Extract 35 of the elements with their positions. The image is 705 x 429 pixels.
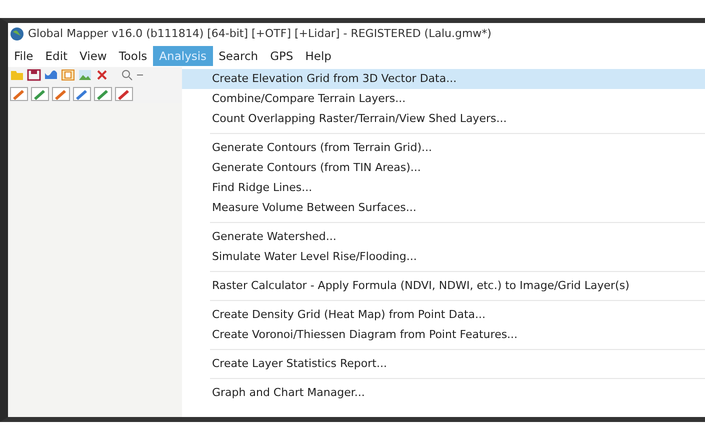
menu-item[interactable]: Generate Contours (from Terrain Grid)... <box>182 138 705 158</box>
menu-item[interactable]: Help <box>299 46 338 66</box>
menu-item[interactable]: Search <box>212 46 264 66</box>
menu-item[interactable]: Measure Volume Between Surfaces... <box>182 198 705 218</box>
window-title: Global Mapper v16.0 (b111814) [64-bit] [+OTF] [+Lidar] - REGISTERED (Lalu.gmw*) <box>28 26 492 42</box>
delete-icon[interactable] <box>95 69 109 81</box>
menu-item[interactable]: Combine/Compare Terrain Layers... <box>182 89 705 109</box>
menu-item[interactable]: Graph and Chart Manager... <box>182 383 705 403</box>
pencil-icon[interactable] <box>115 87 133 101</box>
pencil-icon[interactable] <box>10 87 28 101</box>
frame-icon[interactable] <box>61 69 75 81</box>
pencil-icon[interactable] <box>73 87 91 101</box>
pencil-icon[interactable] <box>94 87 112 101</box>
menu-item[interactable]: Create Elevation Grid from 3D Vector Data... <box>182 69 705 89</box>
menu-item[interactable]: Raster Calculator - Apply Formula (NDVI, NDWI, etc.) to Image/Grid Layer(s) <box>182 276 705 296</box>
menu-item[interactable]: Edit <box>39 46 74 66</box>
menu-item[interactable]: Tools <box>112 46 154 66</box>
menu-item[interactable]: Count Overlapping Raster/Terrain/View Shed Layers... <box>182 109 705 129</box>
menu-item[interactable]: GPS <box>264 46 300 66</box>
pencil-icon[interactable] <box>31 87 49 101</box>
menu-item[interactable]: Create Voronoi/Thiessen Diagram from Point Features... <box>182 325 705 345</box>
menu-item[interactable]: Create Layer Statistics Report... <box>182 354 705 374</box>
landscape-icon[interactable] <box>78 69 92 81</box>
wave-icon[interactable] <box>44 69 58 81</box>
menu-item[interactable]: Generate Contours (from TIN Areas)... <box>182 158 705 178</box>
menu-item[interactable]: Generate Watershed... <box>182 227 705 247</box>
menu-item[interactable]: File <box>8 46 40 66</box>
menu-item[interactable]: Find Ridge Lines... <box>182 178 705 198</box>
globe-icon <box>10 27 24 41</box>
menu-item[interactable]: View <box>74 46 113 66</box>
save-icon[interactable] <box>27 69 41 81</box>
zoom-in-icon[interactable] <box>121 69 133 81</box>
menu-item[interactable]: Simulate Water Level Rise/Flooding... <box>182 247 705 267</box>
pencil-icon[interactable] <box>52 87 70 101</box>
menu-item[interactable]: Create Density Grid (Heat Map) from Point Data... <box>182 305 705 325</box>
